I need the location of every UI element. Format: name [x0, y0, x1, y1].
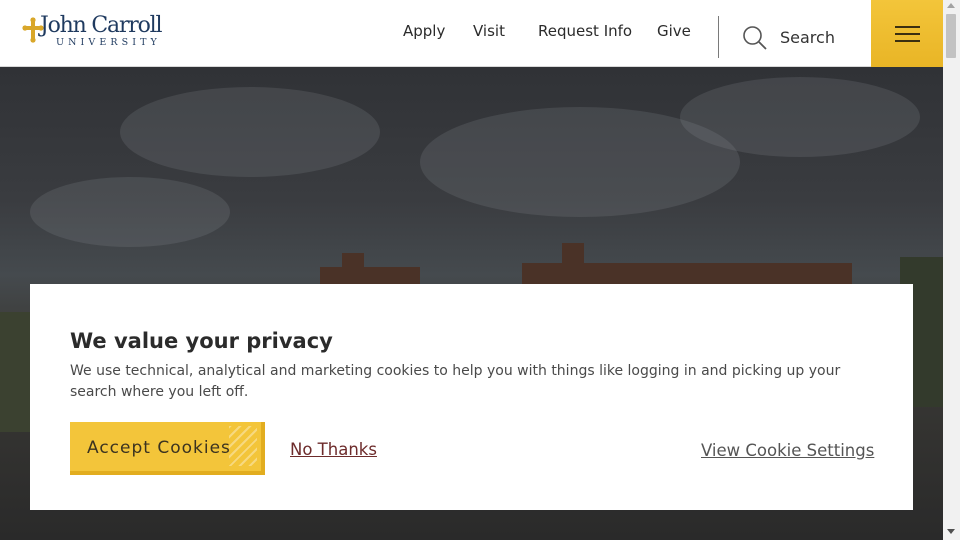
header-divider [718, 16, 719, 58]
search-icon[interactable] [742, 25, 768, 51]
scroll-thumb[interactable] [946, 14, 956, 58]
hamburger-icon [895, 26, 920, 28]
accept-cookies-button[interactable]: Accept Cookies [70, 422, 261, 475]
cookie-banner: We value your privacy We use technical, … [30, 284, 913, 510]
cookie-settings-link[interactable]: View Cookie Settings [701, 441, 874, 460]
scroll-down-icon[interactable] [947, 529, 955, 534]
cookie-text: We use technical, analytical and marketi… [70, 363, 841, 400]
scroll-up-icon[interactable] [947, 3, 955, 8]
nav-visit[interactable]: Visit [473, 22, 505, 40]
university-logo[interactable]: John Carroll UNIVERSITY [22, 13, 162, 51]
cookie-title: We value your privacy [70, 329, 333, 353]
accept-cookies-label: Accept Cookies [87, 438, 231, 458]
search-label[interactable]: Search [780, 28, 835, 47]
site-header: John Carroll UNIVERSITY Apply Visit Requ… [0, 0, 943, 67]
no-thanks-link[interactable]: No Thanks [290, 440, 377, 459]
nav-apply[interactable]: Apply [403, 22, 445, 40]
nav-give[interactable]: Give [657, 22, 691, 40]
logo-subtitle: UNIVERSITY [56, 37, 161, 48]
scrollbar[interactable] [943, 0, 960, 540]
menu-button[interactable] [871, 0, 943, 67]
hatch-decoration [229, 426, 257, 466]
nav-request-info[interactable]: Request Info [538, 22, 632, 40]
logo-name: John Carroll [40, 13, 162, 38]
